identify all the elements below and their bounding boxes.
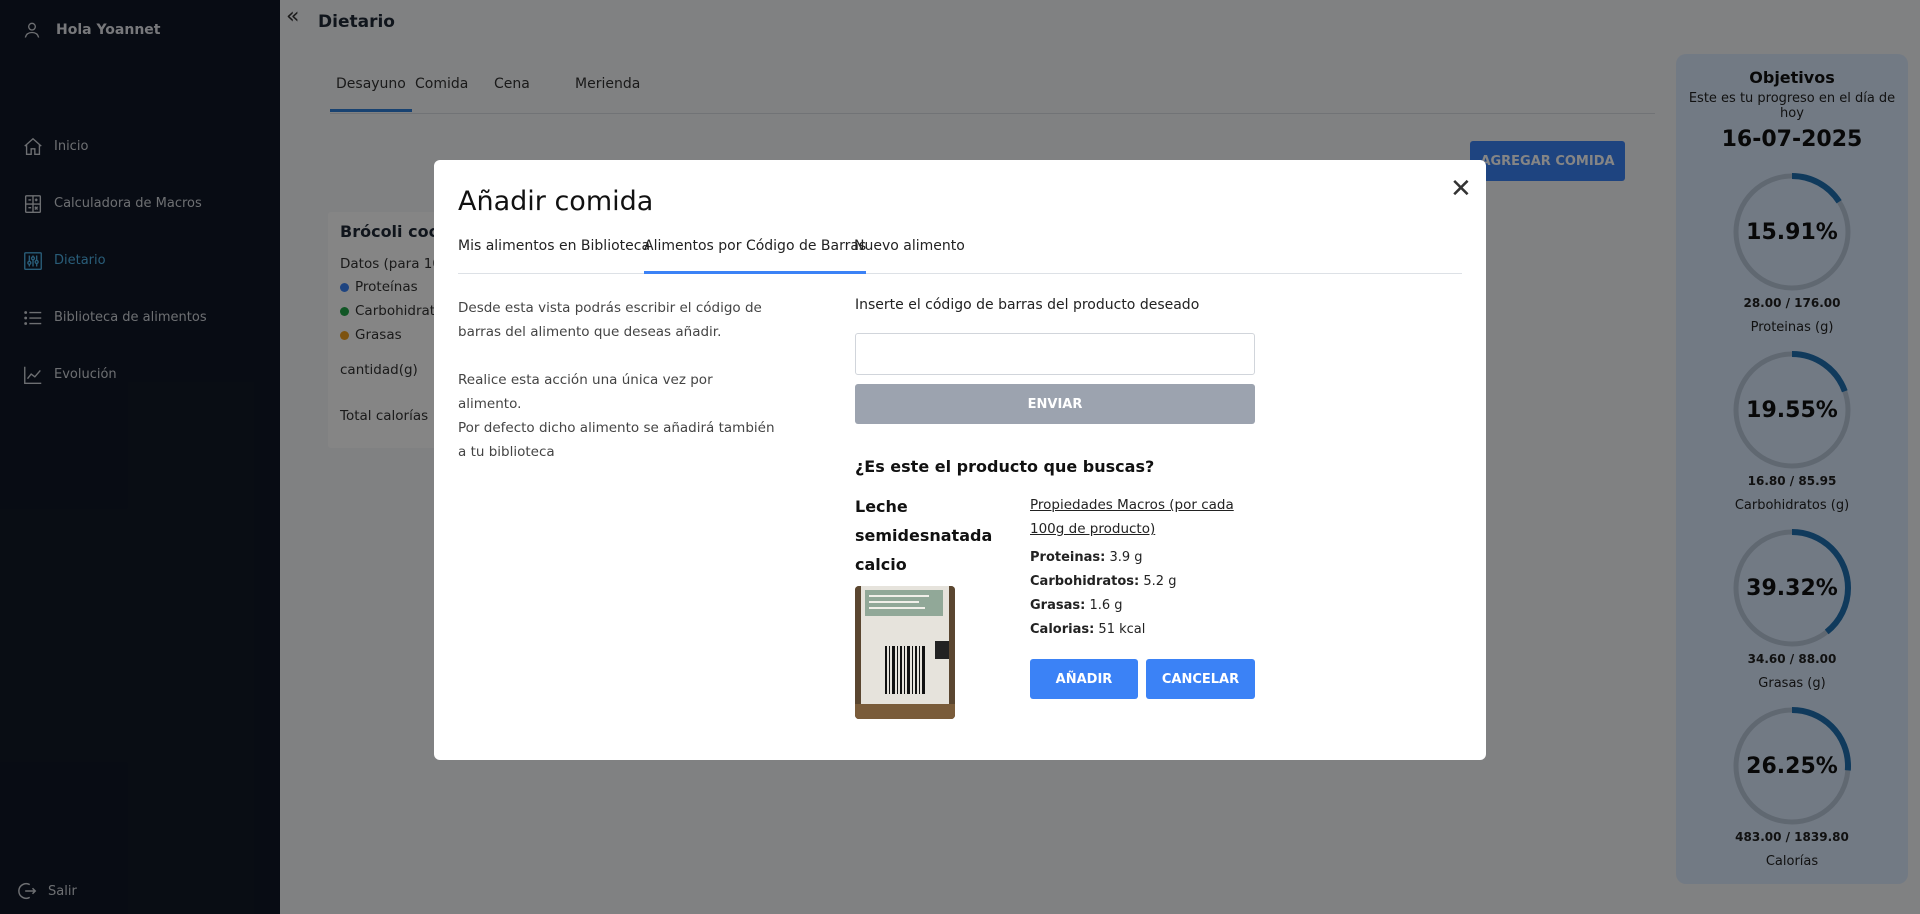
prop-carbs-value: 5.2 g [1143, 574, 1177, 589]
prop-proteins-label: Proteinas: [1030, 550, 1106, 565]
modal-tabs: Mis alimentos en Biblioteca Alimentos po… [458, 238, 1462, 274]
product-name: Leche semidesnatada calcio [855, 497, 993, 574]
tab-nuevo-alimento[interactable]: Nuevo alimento [854, 238, 965, 274]
prop-calories-label: Calorias: [1030, 622, 1095, 637]
barcode-label: Inserte el código de barras del producto… [855, 297, 1200, 313]
add-button[interactable]: AÑADIR [1030, 659, 1138, 699]
prop-proteins: Proteinas: 3.9 g [1030, 550, 1143, 565]
prop-fats-label: Grasas: [1030, 598, 1086, 613]
prop-proteins-value: 3.9 g [1109, 550, 1143, 565]
description-2: Realice esta acción una única vez por al… [458, 372, 713, 412]
close-icon[interactable]: ✕ [1450, 174, 1472, 204]
product-photo [855, 586, 955, 719]
send-button[interactable]: ENVIAR [855, 384, 1255, 424]
description-1: Desde esta vista podrás escribir el códi… [458, 300, 762, 340]
prop-calories-value: 51 kcal [1098, 622, 1146, 637]
description-3: Por defecto dicho alimento se añadirá ta… [458, 420, 775, 460]
barcode-input[interactable] [855, 333, 1255, 375]
product-question: ¿Es este el producto que buscas? [855, 457, 1155, 476]
prop-fats: Grasas: 1.6 g [1030, 598, 1123, 613]
prop-carbs-label: Carbohidratos: [1030, 574, 1140, 589]
prop-carbs: Carbohidratos: 5.2 g [1030, 574, 1176, 589]
cancel-button[interactable]: CANCELAR [1146, 659, 1255, 699]
product-image [855, 586, 955, 719]
prop-calories: Calorias: 51 kcal [1030, 622, 1145, 637]
tab-codigo-barras[interactable]: Alimentos por Código de Barras [644, 238, 867, 274]
prop-fats-value: 1.6 g [1089, 598, 1123, 613]
modal-title: Añadir comida [458, 186, 654, 217]
props-title[interactable]: Propiedades Macros (por cada 100g de pro… [1030, 493, 1270, 541]
tab-biblioteca[interactable]: Mis alimentos en Biblioteca [458, 238, 650, 274]
add-food-modal: Añadir comida ✕ Mis alimentos en Bibliot… [434, 160, 1486, 760]
